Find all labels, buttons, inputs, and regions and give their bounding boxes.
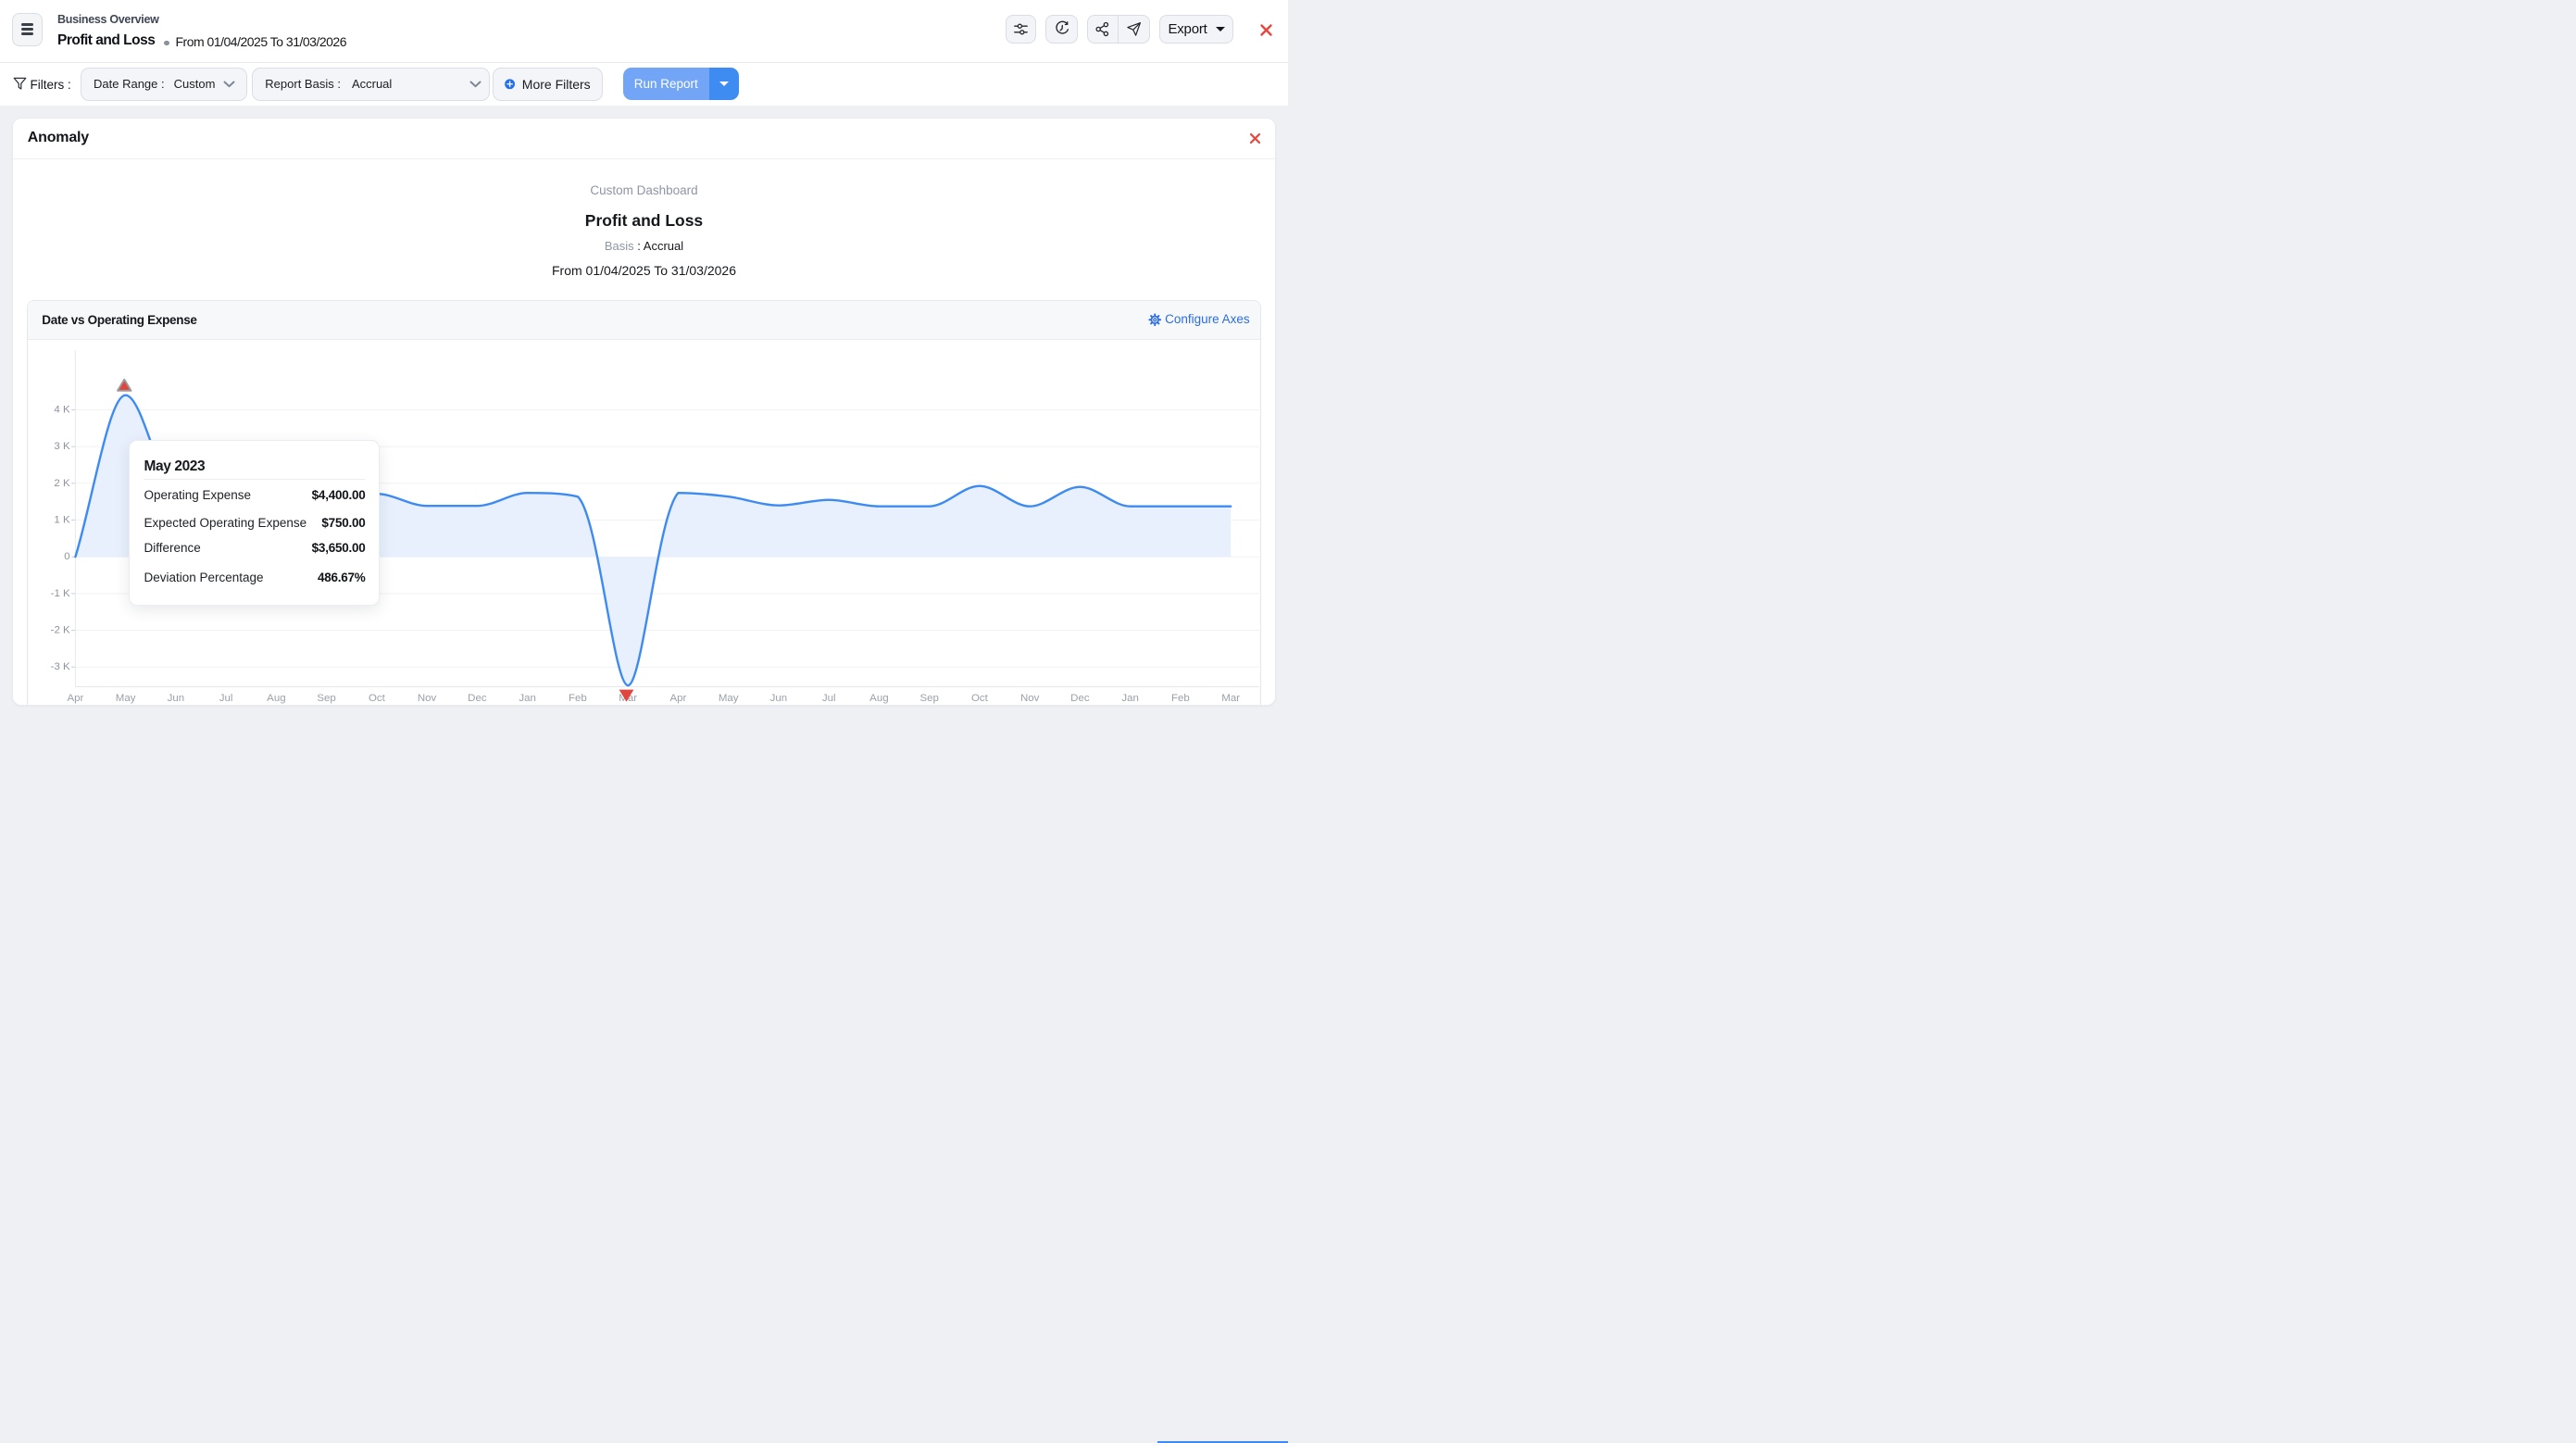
svg-text:2023: 2023 [63, 703, 87, 705]
svg-text:2024: 2024 [817, 703, 841, 705]
svg-text:2024: 2024 [717, 703, 741, 705]
svg-text:-3 K: -3 K [50, 661, 69, 672]
svg-text:-2 K: -2 K [50, 624, 69, 635]
svg-text:2023: 2023 [114, 703, 138, 705]
svg-text:2024: 2024 [968, 703, 992, 705]
svg-text:Apr: Apr [669, 693, 686, 704]
svg-text:Dec: Dec [1070, 693, 1090, 704]
svg-text:2024: 2024 [918, 703, 942, 705]
svg-text:3 K: 3 K [54, 441, 70, 452]
svg-text:2023: 2023 [365, 703, 389, 705]
svg-text:Feb: Feb [1171, 693, 1190, 704]
svg-text:2023: 2023 [264, 703, 288, 705]
svg-text:2025: 2025 [1219, 703, 1243, 705]
svg-text:Oct: Oct [369, 693, 386, 704]
svg-text:2024: 2024 [1068, 703, 1092, 705]
svg-text:Nov: Nov [1020, 693, 1040, 704]
svg-text:2024: 2024 [1018, 703, 1042, 705]
svg-text:Dec: Dec [468, 693, 487, 704]
svg-text:2024: 2024 [666, 703, 690, 705]
svg-text:2024: 2024 [867, 703, 891, 705]
svg-text:0: 0 [64, 551, 69, 562]
svg-text:May: May [116, 693, 136, 704]
svg-text:Mar: Mar [1221, 693, 1240, 704]
svg-text:Sep: Sep [919, 693, 938, 704]
svg-text:4 K: 4 K [54, 404, 70, 415]
svg-text:Oct: Oct [971, 693, 989, 704]
svg-text:2023: 2023 [415, 703, 439, 705]
svg-text:2023: 2023 [164, 703, 188, 705]
svg-text:Jan: Jan [519, 693, 536, 704]
svg-text:Aug: Aug [267, 693, 285, 704]
svg-text:Aug: Aug [869, 693, 888, 704]
svg-text:Nov: Nov [418, 693, 437, 704]
svg-text:2023: 2023 [315, 703, 339, 705]
svg-text:Feb: Feb [569, 693, 587, 704]
svg-text:2 K: 2 K [54, 478, 70, 489]
svg-text:2024: 2024 [616, 703, 640, 705]
svg-text:2025: 2025 [1169, 703, 1193, 705]
svg-text:Jun: Jun [769, 693, 787, 704]
svg-text:Jul: Jul [822, 693, 836, 704]
svg-text:Sep: Sep [317, 693, 335, 704]
svg-text:-1 K: -1 K [50, 588, 69, 599]
svg-text:Jun: Jun [167, 693, 184, 704]
svg-text:Apr: Apr [67, 693, 83, 704]
svg-text:2025: 2025 [1119, 703, 1143, 705]
svg-text:1 K: 1 K [54, 514, 70, 525]
svg-text:2023: 2023 [214, 703, 238, 705]
svg-text:2023: 2023 [465, 703, 489, 705]
svg-text:2024: 2024 [516, 703, 540, 705]
svg-text:Jul: Jul [219, 693, 233, 704]
svg-text:May: May [719, 693, 739, 704]
svg-text:2024: 2024 [767, 703, 791, 705]
svg-text:Jan: Jan [1121, 693, 1139, 704]
svg-text:2024: 2024 [566, 703, 590, 705]
